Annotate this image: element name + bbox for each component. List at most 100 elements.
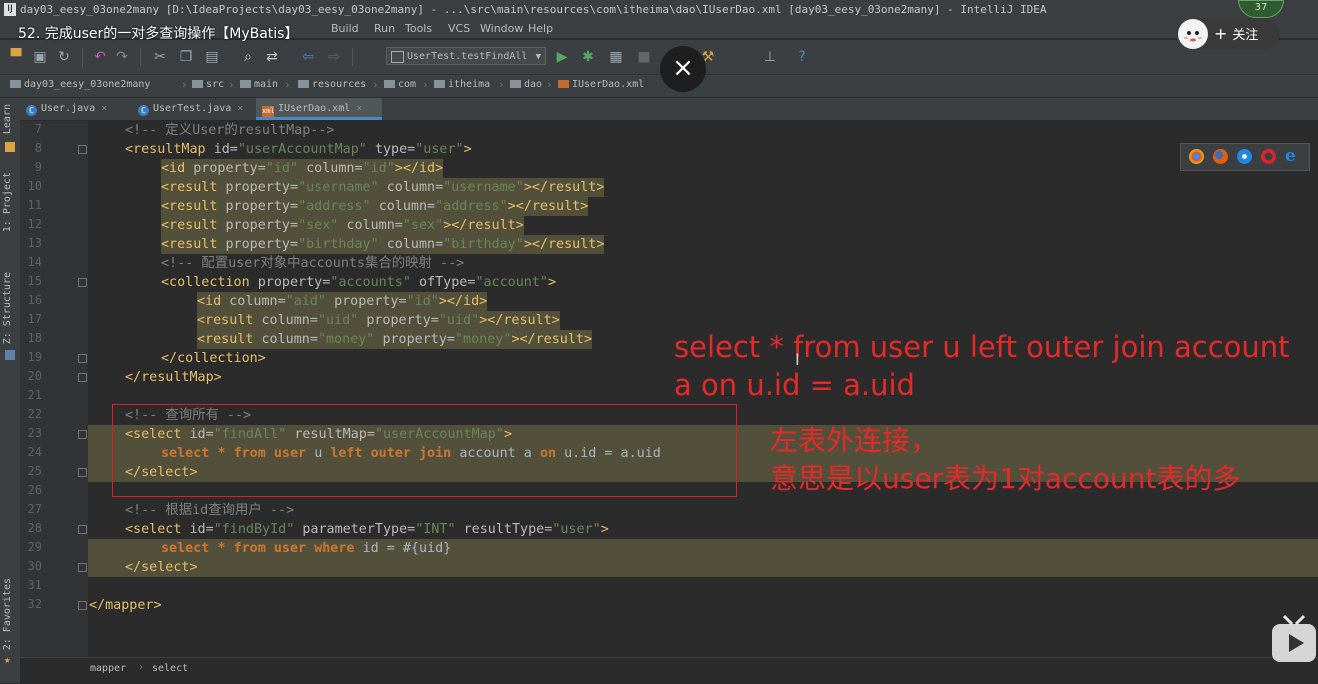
plus-icon: + [1214,24,1228,43]
stop-icon[interactable]: ■ [636,49,652,65]
fold-marker-icon[interactable] [78,278,87,287]
code-line: <result property="username" column="user… [161,180,605,195]
copy-icon[interactable]: ❐ [178,49,194,65]
status-crumb-mapper[interactable]: mapper [90,663,126,674]
run-config-icon [391,51,404,63]
tool-learn[interactable]: Learn [2,104,18,134]
breadcrumb-dao[interactable]: dao [510,79,542,90]
chevron-right-icon: › [138,662,145,673]
code-line: <!-- 根据id查询用户 --> [125,503,295,518]
sdk-icon[interactable]: ⊥ [762,49,778,65]
line-number: 20 [27,369,42,383]
video-title: 52. 完成user的一对多查询操作【MyBatis】 [18,26,299,42]
find-icon[interactable]: ⌕ [240,49,256,65]
replace-icon[interactable]: ⇄ [264,49,280,65]
firefox-icon[interactable] [1213,149,1228,164]
run-configuration-select[interactable]: UserTest.testFindAll ▼ [386,47,546,65]
java-class-icon: C [26,105,37,116]
code-line: <!-- 配置user对象中accounts集合的映射 --> [161,256,465,271]
tab-user-java[interactable]: C User.java × [26,98,138,119]
follow-button[interactable]: + 关注 [1176,18,1280,50]
menu-tools[interactable]: Tools [405,22,432,35]
code-line: </select> [125,560,198,575]
back-icon[interactable]: ⇦ [300,49,316,65]
code-line: <result column="money" property="money">… [197,332,593,347]
tool-favorites[interactable]: 2: Favorites [2,578,18,650]
code-line: <collection property="accounts" ofType="… [161,275,557,290]
annotation-note-line2: 意思是以user表为1对account表的多 [770,462,1241,495]
coverage-icon[interactable]: ▦ [608,49,624,65]
status-crumb-select[interactable]: select [152,663,188,674]
menu-vcs[interactable]: VCS [448,22,470,35]
code-line: <select id="findById" parameterType="INT… [125,522,609,537]
fold-marker-icon[interactable] [78,145,87,154]
code-line: select * from user where id = #{uid} [161,541,452,556]
chevron-down-icon: ▼ [535,52,541,62]
line-number: 22 [27,407,42,421]
tool-project[interactable]: 1: Project [2,172,18,232]
line-number: 25 [27,464,42,478]
breadcrumb-itheima[interactable]: itheima [434,79,490,90]
safari-icon[interactable] [1237,149,1252,164]
tab-iuserdao-xml[interactable]: xml IUserDao.xml × [256,98,382,120]
run-config-label: UserTest.testFindAll [407,51,528,62]
breadcrumb-main[interactable]: main [240,79,278,90]
save-icon[interactable]: ▣ [32,49,48,65]
browser-preview-panel: e [1180,143,1310,171]
run-icon[interactable]: ▶ [554,49,570,65]
fold-marker-icon[interactable] [78,525,87,534]
text-cursor-icon: I [795,350,800,369]
tool-structure[interactable]: Z: Structure [2,272,18,344]
breadcrumb-resources[interactable]: resources [298,79,366,90]
menu-build[interactable]: Build [331,22,359,35]
fold-marker-icon[interactable] [78,601,87,610]
fold-marker-icon[interactable] [78,354,87,363]
menu-run[interactable]: Run [374,22,395,35]
close-icon[interactable]: × [101,103,107,114]
forward-icon[interactable]: ⇨ [326,49,342,65]
open-icon[interactable]: ▀ [8,49,24,65]
debug-icon[interactable]: ✱ [580,49,596,65]
opera-icon[interactable] [1261,149,1276,164]
help-icon[interactable]: ? [794,49,810,65]
menu-help[interactable]: Help [528,22,553,35]
close-icon[interactable]: × [356,103,362,114]
chrome-icon[interactable] [1189,149,1204,164]
paste-icon[interactable]: ▤ [204,49,220,65]
intellij-icon: IJ [4,3,16,16]
line-number: 13 [27,236,42,250]
code-editor[interactable]: 7 8 9 10 11 12 13 14 15 16 17 18 19 20 21 22 23 24 25 26 27 2… [20,121,1318,657]
structure-icon [5,350,15,360]
redo-icon[interactable]: ↷ [114,49,130,65]
undo-icon[interactable]: ↶ [92,49,108,65]
tab-usertest-java[interactable]: C UserTest.java × [138,98,266,119]
line-number: 19 [27,350,42,364]
line-number: 21 [27,388,42,402]
window-title-bar: IJ day03_eesy_03one2many [D:\IdeaProject… [0,0,1318,21]
breadcrumb-src[interactable]: src [192,79,224,90]
window-title: day03_eesy_03one2many [D:\IdeaProjects\d… [20,3,1047,16]
breadcrumb: day03_eesy_03one2many › src › main › res… [0,75,1318,98]
close-icon[interactable]: × [237,103,243,114]
menu-window[interactable]: Window [480,22,523,35]
cut-icon[interactable]: ✂ [152,49,168,65]
breadcrumb-file[interactable]: IUserDao.xml [558,79,644,90]
line-number: 29 [27,540,42,554]
code-line: <id column="aid" property="id"></id> [197,294,488,309]
close-icon: × [672,53,694,83]
annotation-sql-line1: select * from user u left outer join acc… [674,330,1290,364]
fold-marker-icon[interactable] [78,563,87,572]
breadcrumb-com[interactable]: com [384,79,416,90]
line-number: 32 [27,597,42,611]
sync-icon[interactable]: ↻ [56,49,72,65]
fold-marker-icon[interactable] [78,430,87,439]
line-number: 24 [27,445,42,459]
fold-marker-icon[interactable] [78,373,87,382]
editor-tabs: C User.java × C UserTest.java × xml IUserDao.… [20,98,1318,121]
favorites-star-icon: ★ [4,653,11,666]
close-button[interactable]: × [660,46,706,92]
breadcrumb-project[interactable]: day03_eesy_03one2many [10,79,150,90]
fold-marker-icon[interactable] [78,468,87,477]
internet-explorer-icon[interactable]: e [1285,148,1300,165]
line-number: 9 [34,160,42,174]
